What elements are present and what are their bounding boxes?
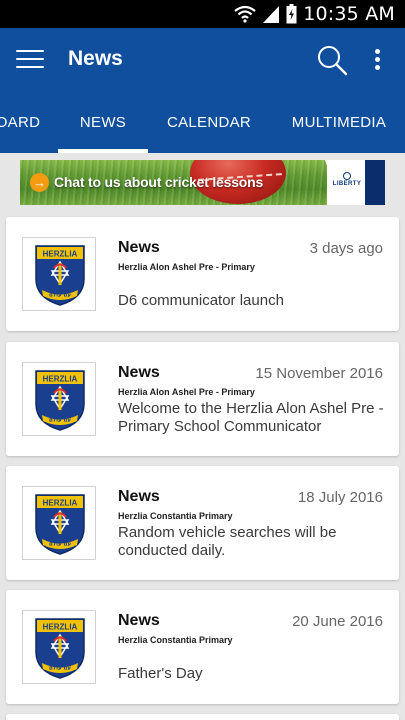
school-logo: HERZLIA עם עולם — [22, 486, 96, 560]
status-time: 10:35 AM — [303, 3, 395, 25]
search-icon[interactable] — [314, 42, 350, 78]
tab-news[interactable]: NEWS — [58, 91, 148, 153]
news-date: 18 July 2016 — [297, 489, 383, 506]
liberty-logo: LIBERTY — [331, 172, 363, 192]
tab-bar: OARD NEWS CALENDAR MULTIMEDIA — [0, 91, 405, 153]
app-bar: News — [0, 28, 405, 91]
herzlia-crest-icon: HERZLIA עם עולם — [35, 245, 85, 306]
news-title: News — [118, 488, 160, 505]
signal-icon — [262, 5, 280, 23]
page-title: News — [68, 47, 123, 70]
herzlia-crest-icon: HERZLIA עם עולם — [35, 494, 85, 555]
news-date: 3 days ago — [309, 240, 383, 257]
news-body: Father's Day — [118, 665, 203, 682]
news-card[interactable]: HERZLIA עם עולם News 20 June 2016 Herzli… — [6, 590, 399, 704]
news-school: Herzlia Constantia Primary — [118, 635, 233, 645]
news-school: Herzlia Constantia Primary — [118, 511, 233, 521]
school-logo: HERZLIA עם עולם — [22, 237, 96, 311]
banner-text: Chat to us about cricket lessons — [54, 174, 264, 190]
svg-text:HERZLIA: HERZLIA — [43, 499, 78, 508]
banner-brand: LIBERTY — [332, 181, 362, 187]
arrow-right-icon: → — [30, 173, 49, 192]
liberty-logo-mark — [343, 172, 351, 180]
news-body: D6 communicator launch — [118, 292, 284, 309]
tab-dashboard[interactable]: OARD — [0, 91, 44, 153]
overflow-menu-icon[interactable] — [366, 44, 388, 76]
svg-text:עם עולם: עם עולם — [49, 542, 71, 548]
svg-text:עם עולם: עם עולם — [49, 293, 71, 299]
svg-text:HERZLIA: HERZLIA — [43, 375, 78, 384]
wifi-icon — [234, 5, 256, 23]
school-logo: HERZLIA עם עולם — [22, 362, 96, 436]
active-tab-indicator — [58, 149, 148, 153]
news-date: 20 June 2016 — [292, 613, 383, 630]
tab-calendar[interactable]: CALENDAR — [160, 91, 258, 153]
tab-multimedia[interactable]: MULTIMEDIA — [286, 91, 392, 153]
battery-icon — [286, 4, 297, 24]
news-school: Herzlia Alon Ashel Pre - Primary — [118, 262, 255, 272]
status-icons: 10:35 AM — [234, 0, 405, 28]
news-title: News — [118, 364, 160, 381]
news-body: Welcome to the Herzlia Alon Ashel Pre - … — [118, 400, 384, 435]
news-card[interactable]: HERZLIA עם עולם News 3 days ago Herzlia … — [6, 217, 399, 331]
news-body: Random vehicle searches will be conducte… — [118, 524, 337, 559]
school-logo: HERZLIA עם עולם — [22, 610, 96, 684]
news-title: News — [118, 612, 160, 629]
news-card-partial[interactable] — [6, 714, 399, 720]
hamburger-menu-icon[interactable] — [16, 46, 46, 72]
banner-navy-stripe — [365, 160, 385, 205]
news-title: News — [118, 239, 160, 256]
tab-label: OARD — [0, 113, 41, 131]
news-date: 15 November 2016 — [255, 365, 383, 382]
svg-text:HERZLIA: HERZLIA — [43, 623, 78, 632]
tab-label: CALENDAR — [166, 113, 252, 131]
ad-banner[interactable]: → Chat to us about cricket lessons LIBER… — [20, 160, 385, 205]
news-card[interactable]: HERZLIA עם עולם News 15 November 2016 He… — [6, 342, 399, 456]
herzlia-crest-icon: HERZLIA עם עולם — [35, 618, 85, 679]
tab-label: NEWS — [79, 113, 127, 131]
herzlia-crest-icon: HERZLIA עם עולם — [35, 370, 85, 431]
svg-text:HERZLIA: HERZLIA — [43, 250, 78, 259]
status-bar: 10:35 AM — [0, 0, 405, 28]
news-school: Herzlia Alon Ashel Pre - Primary — [118, 387, 255, 397]
svg-text:עם עולם: עם עולם — [49, 418, 71, 424]
news-card[interactable]: HERZLIA עם עולם News 18 July 2016 Herzli… — [6, 466, 399, 580]
svg-text:עם עולם: עם עולם — [49, 666, 71, 672]
tab-label: MULTIMEDIA — [291, 113, 387, 131]
